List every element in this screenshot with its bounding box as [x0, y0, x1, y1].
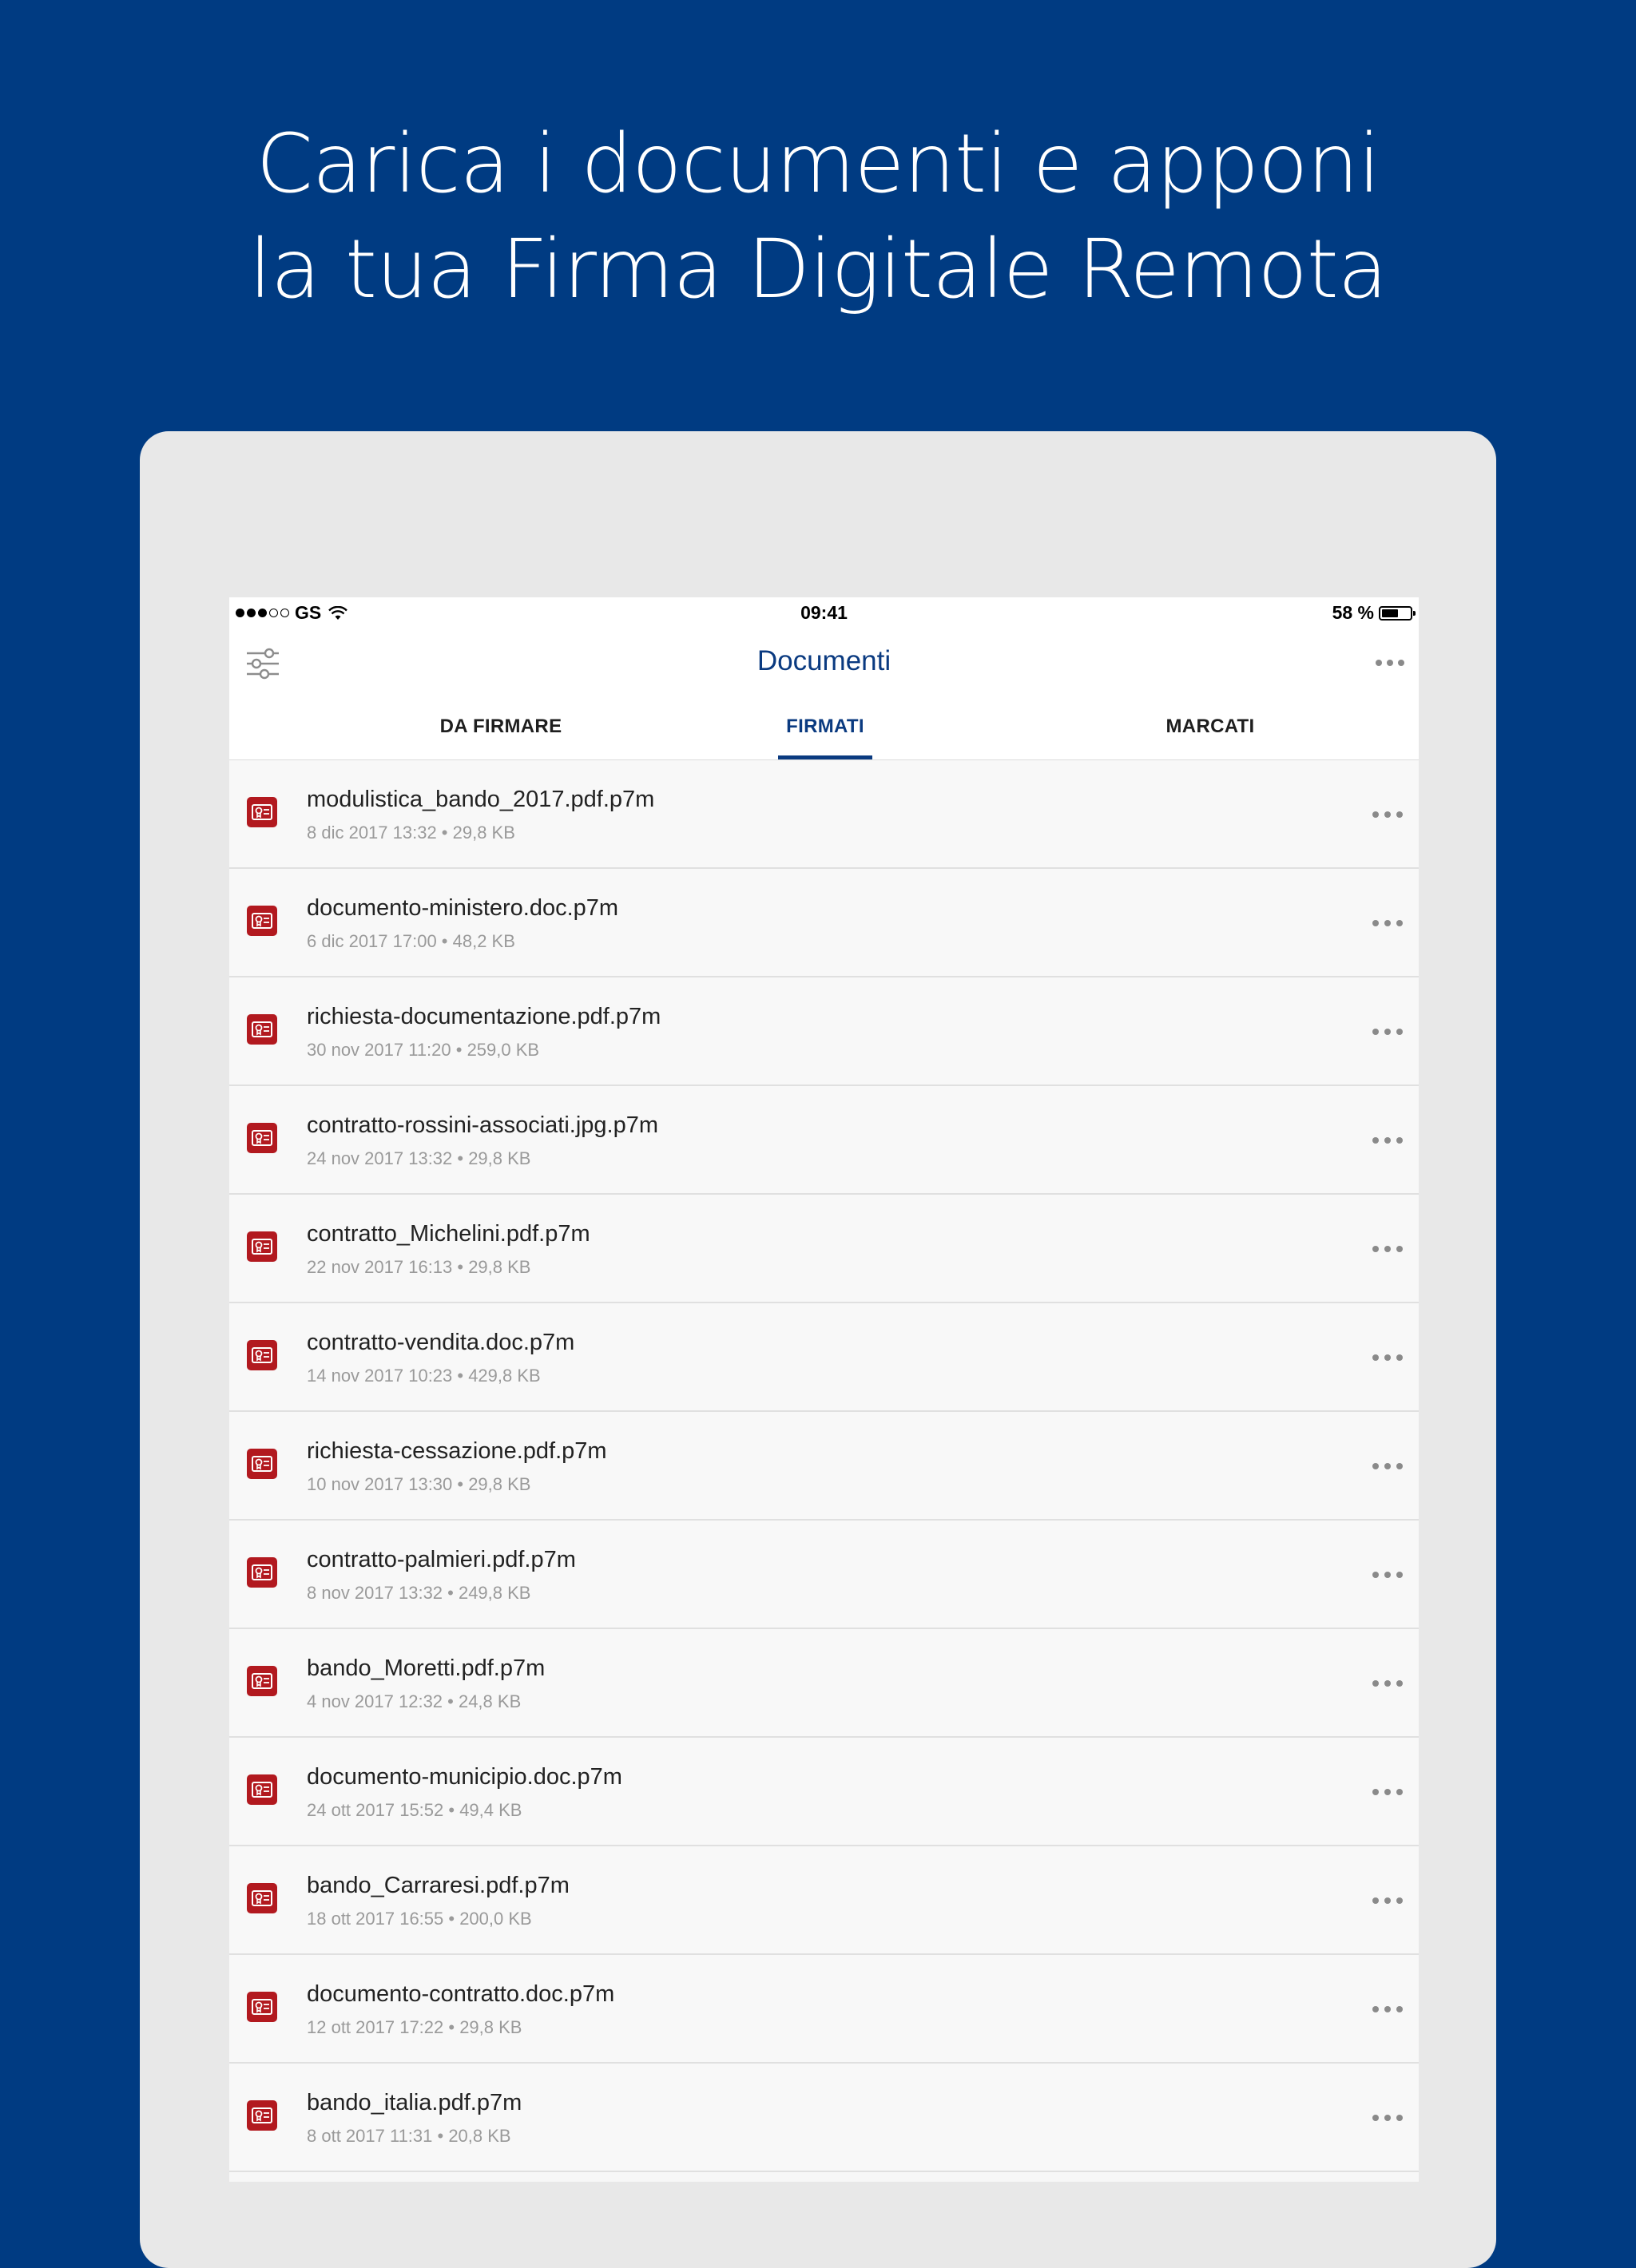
more-horizontal-icon[interactable] [1372, 1789, 1403, 1795]
app-screen: GS 09:41 58 % Documenti DA FIRMARE FIRMA… [229, 597, 1419, 2182]
document-row[interactable]: documento-ministero.doc.p7m 6 dic 2017 1… [229, 869, 1419, 977]
more-horizontal-icon[interactable] [1372, 1354, 1403, 1361]
document-name: documento-municipio.doc.p7m [307, 1764, 622, 1790]
document-name: contratto-vendita.doc.p7m [307, 1330, 575, 1355]
battery-percentage: 58 % [1332, 602, 1374, 623]
headline: Carica i documenti e apponi la tua Firma… [0, 112, 1636, 323]
document-meta: 24 nov 2017 13:32 • 29,8 KB [307, 1148, 531, 1168]
signed-document-icon [247, 1883, 277, 1913]
status-time: 09:41 [800, 602, 848, 623]
document-row[interactable]: modulistica_bando_2017.pdf.p7m 8 dic 201… [229, 760, 1419, 869]
signed-document-icon [247, 797, 277, 827]
document-row[interactable]: bando_Carraresi.pdf.p7m 18 ott 2017 16:5… [229, 1846, 1419, 1955]
more-horizontal-icon[interactable] [1372, 1029, 1403, 1035]
more-horizontal-icon[interactable] [1372, 1897, 1403, 1904]
document-name: documento-ministero.doc.p7m [307, 895, 619, 921]
document-name: contratto_Michelini.pdf.p7m [307, 1221, 590, 1247]
document-meta: 8 dic 2017 13:32 • 29,8 KB [307, 823, 515, 843]
document-row[interactable]: contratto-rossini-associati.jpg.p7m 24 n… [229, 1086, 1419, 1195]
document-meta: 8 nov 2017 13:32 • 249,8 KB [307, 1583, 531, 1603]
signed-document-icon [247, 906, 277, 936]
document-name: bando_Moretti.pdf.p7m [307, 1655, 546, 1681]
document-row[interactable]: bando_italia.pdf.p7m 8 ott 2017 11:31 • … [229, 2064, 1419, 2172]
signed-document-icon [247, 1557, 277, 1588]
signed-document-icon [247, 1231, 277, 1262]
document-name: documento-contratto.doc.p7m [307, 1981, 615, 2007]
document-meta: 4 nov 2017 12:32 • 24,8 KB [307, 1691, 522, 1711]
more-horizontal-icon[interactable] [1372, 2006, 1403, 2012]
active-tab-indicator [778, 755, 872, 759]
document-name: modulistica_bando_2017.pdf.p7m [307, 787, 655, 812]
more-horizontal-icon[interactable] [1372, 2115, 1403, 2121]
more-horizontal-icon[interactable] [1372, 811, 1403, 818]
document-row[interactable]: richiesta-documentazione.pdf.p7m 30 nov … [229, 977, 1419, 1086]
document-meta: 18 ott 2017 16:55 • 200,0 KB [307, 1909, 532, 1929]
document-meta: 24 ott 2017 15:52 • 49,4 KB [307, 1800, 522, 1820]
document-row[interactable]: bando_Moretti.pdf.p7m 4 nov 2017 12:32 •… [229, 1629, 1419, 1738]
signed-document-icon [247, 1123, 277, 1153]
document-row[interactable]: contratto-palmieri.pdf.p7m 8 nov 2017 13… [229, 1521, 1419, 1629]
battery-level [1382, 609, 1398, 617]
document-name: richiesta-cessazione.pdf.p7m [307, 1438, 607, 1464]
battery-icon [1379, 605, 1416, 621]
document-meta: 12 ott 2017 17:22 • 29,8 KB [307, 2017, 522, 2037]
more-horizontal-icon[interactable] [1376, 660, 1404, 666]
more-horizontal-icon[interactable] [1372, 1463, 1403, 1469]
signed-document-icon [247, 1666, 277, 1696]
tab-da-firmare[interactable]: DA FIRMARE [381, 716, 621, 738]
document-row[interactable]: documento-contratto.doc.p7m 12 ott 2017 … [229, 1955, 1419, 2064]
page-title: Documenti [756, 645, 891, 676]
tab-marcati[interactable]: MARCATI [1090, 716, 1330, 738]
tab-bar: DA FIRMARE FIRMATI MARCATI [229, 693, 1419, 760]
document-name: bando_Carraresi.pdf.p7m [307, 1873, 570, 1898]
more-horizontal-icon[interactable] [1372, 1572, 1403, 1578]
document-meta: 10 nov 2017 13:30 • 29,8 KB [307, 1474, 531, 1494]
headline-line-2: la tua Firma Digitale Remota [248, 222, 1388, 317]
tab-firmati[interactable]: FIRMATI [705, 716, 945, 738]
signed-document-icon [247, 1449, 277, 1479]
navigation-bar: Documenti [229, 629, 1419, 693]
signed-document-icon [247, 1340, 277, 1370]
document-meta: 30 nov 2017 11:20 • 259,0 KB [307, 1040, 540, 1060]
document-row[interactable]: richiesta-cessazione.pdf.p7m 10 nov 2017… [229, 1412, 1419, 1521]
signed-document-icon [247, 2100, 277, 2131]
document-name: contratto-palmieri.pdf.p7m [307, 1547, 576, 1572]
more-horizontal-icon[interactable] [1372, 1137, 1403, 1144]
document-meta: 8 ott 2017 11:31 • 20,8 KB [307, 2126, 511, 2146]
more-horizontal-icon[interactable] [1372, 920, 1403, 926]
document-list: modulistica_bando_2017.pdf.p7m 8 dic 201… [229, 760, 1419, 2172]
document-meta: 6 dic 2017 17:00 • 48,2 KB [307, 931, 515, 951]
document-meta: 14 nov 2017 10:23 • 429,8 KB [307, 1366, 541, 1386]
signed-document-icon [247, 1774, 277, 1805]
document-name: richiesta-documentazione.pdf.p7m [307, 1004, 661, 1029]
document-row[interactable]: contratto_Michelini.pdf.p7m 22 nov 2017 … [229, 1195, 1419, 1303]
battery-status: 58 % [1332, 602, 1416, 624]
signed-document-icon [247, 1014, 277, 1045]
document-meta: 22 nov 2017 16:13 • 29,8 KB [307, 1257, 531, 1277]
document-name: bando_italia.pdf.p7m [307, 2090, 522, 2115]
headline-line-1: Carica i documenti e apponi [256, 117, 1381, 212]
status-bar: GS 09:41 58 % [229, 597, 1419, 629]
signed-document-icon [247, 1992, 277, 2022]
document-name: contratto-rossini-associati.jpg.p7m [307, 1112, 659, 1138]
document-row[interactable]: documento-municipio.doc.p7m 24 ott 2017 … [229, 1738, 1419, 1846]
document-row[interactable]: contratto-vendita.doc.p7m 14 nov 2017 10… [229, 1303, 1419, 1412]
more-horizontal-icon[interactable] [1372, 1680, 1403, 1687]
more-horizontal-icon[interactable] [1372, 1246, 1403, 1252]
